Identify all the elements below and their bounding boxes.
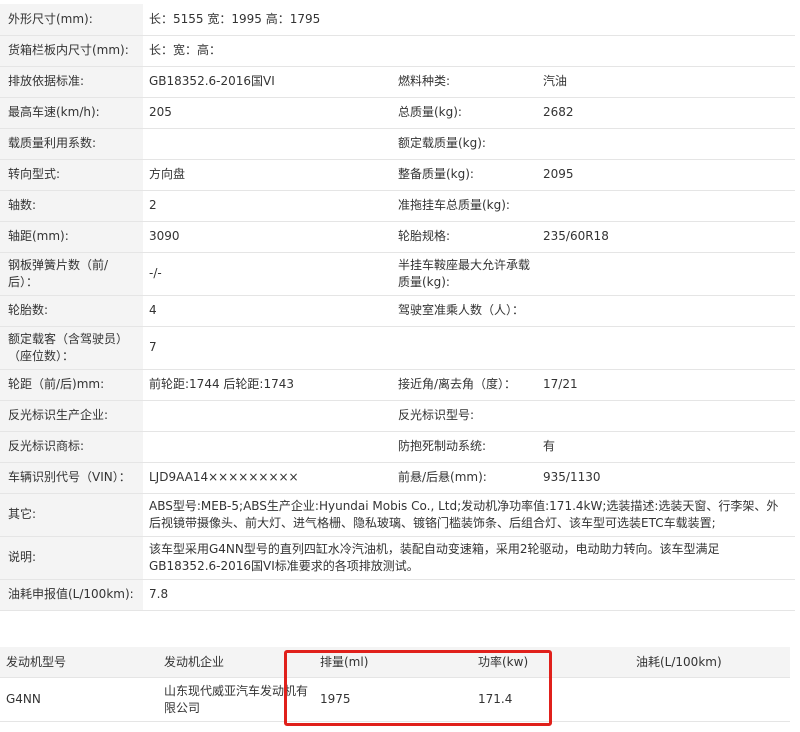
spec-label-secondary: 整备质量(kg): xyxy=(392,159,537,191)
spec-label-secondary: 额定载质量(kg): xyxy=(392,128,537,160)
engine-table-header: 发动机型号 发动机企业 排量(ml) 功率(kw) 油耗(L/100km) xyxy=(0,647,790,678)
engine-maker-header: 发动机企业 xyxy=(158,647,314,678)
engine-model-cell: G4NN xyxy=(0,677,158,722)
power-cell: 171.4 xyxy=(472,677,630,722)
spec-value: 3090 xyxy=(143,221,392,253)
spec-label: 说明: xyxy=(0,536,143,580)
spec-row: 车辆识别代号（VIN）： LJD9AA14××××××××× 前悬/后悬(mm): 9… xyxy=(0,462,796,494)
spec-label: 最高车速(km/h): xyxy=(0,97,143,129)
spec-value-secondary xyxy=(537,128,796,160)
spec-value xyxy=(143,431,392,463)
spec-value: 长：5155 宽：1995 高：1795 xyxy=(143,4,796,36)
spec-row: 载质量利用系数: 额定载质量(kg): xyxy=(0,128,796,160)
spec-row: 轴数: 2 准拖挂车总质量(kg): xyxy=(0,190,796,222)
spec-value: GB18352.6-2016国VI xyxy=(143,66,392,98)
spec-label-secondary: 燃料种类: xyxy=(392,66,537,98)
engine-maker-cell: 山东现代威亚汽车发动机有限公司 xyxy=(158,677,314,722)
spec-row: 反光标识生产企业: 反光标识型号: xyxy=(0,400,796,432)
spec-label: 载质量利用系数: xyxy=(0,128,143,160)
spec-label-secondary: 防抱死制动系统: xyxy=(392,431,537,463)
spec-label-secondary: 轮胎规格: xyxy=(392,221,537,253)
spec-label-secondary: 前悬/后悬(mm): xyxy=(392,462,537,494)
spec-value-secondary xyxy=(537,252,796,296)
spec-value-secondary: 935/1130 xyxy=(537,462,796,494)
spec-value-secondary: 2682 xyxy=(537,97,796,129)
spec-row: 额定载客（含驾驶员）（座位数）： 7 xyxy=(0,326,796,370)
spec-label-secondary: 半挂车鞍座最大允许承载质量(kg): xyxy=(392,252,537,296)
spec-value: 7.8 xyxy=(143,579,796,611)
spec-value: 前轮距:1744 后轮距:1743 xyxy=(143,369,392,401)
spec-value-secondary: 汽油 xyxy=(537,66,796,98)
spec-value-secondary xyxy=(537,295,796,327)
spec-value-secondary: 17/21 xyxy=(537,369,796,401)
spec-label: 钢板弹簧片数（前/后）： xyxy=(0,252,143,296)
vehicle-spec-table: 外形尺寸(mm): 长：5155 宽：1995 高：1795 货箱栏板内尺寸(mm)… xyxy=(0,4,796,611)
displacement-header: 排量(ml) xyxy=(314,647,472,678)
spec-label: 油耗申报值(L/100km): xyxy=(0,579,143,611)
spec-value-secondary: 235/60R18 xyxy=(537,221,796,253)
displacement-cell: 1975 xyxy=(314,677,472,722)
spec-value: 7 xyxy=(143,326,796,370)
spec-label: 车辆识别代号（VIN）： xyxy=(0,462,143,494)
spec-value: LJD9AA14××××××××× xyxy=(143,462,392,494)
engine-table-row: G4NN 山东现代威亚汽车发动机有限公司 1975 171.4 xyxy=(0,677,790,722)
power-header: 功率(kw) xyxy=(472,647,630,678)
spec-label: 排放依据标准: xyxy=(0,66,143,98)
spec-value: ABS型号:MEB-5;ABS生产企业:Hyundai Mobis Co., L… xyxy=(143,493,796,537)
spec-row: 反光标识商标: 防抱死制动系统: 有 xyxy=(0,431,796,463)
spec-value-secondary xyxy=(537,400,796,432)
spec-label: 货箱栏板内尺寸(mm): xyxy=(0,35,143,67)
spec-row: 最高车速(km/h): 205 总质量(kg): 2682 xyxy=(0,97,796,129)
spec-value: 2 xyxy=(143,190,392,222)
spec-label: 轴数: xyxy=(0,190,143,222)
spec-row: 油耗申报值(L/100km): 7.8 xyxy=(0,579,796,611)
spec-value: 该车型采用G4NN型号的直列四缸水冷汽油机，装配自动变速箱，采用2轮驱动，电动助… xyxy=(143,536,796,580)
spec-label: 其它: xyxy=(0,493,143,537)
spec-value-secondary xyxy=(537,190,796,222)
spec-row: 轮距（前/后)mm: 前轮距:1744 后轮距:1743 接近角/离去角（度）： 17… xyxy=(0,369,796,401)
spec-value-secondary: 有 xyxy=(537,431,796,463)
spec-value: -/- xyxy=(143,252,392,296)
spec-value-secondary: 2095 xyxy=(537,159,796,191)
spec-value: 205 xyxy=(143,97,392,129)
spec-row: 外形尺寸(mm): 长：5155 宽：1995 高：1795 xyxy=(0,4,796,36)
spec-value: 方向盘 xyxy=(143,159,392,191)
spec-row: 轴距(mm): 3090 轮胎规格: 235/60R18 xyxy=(0,221,796,253)
spec-value xyxy=(143,400,392,432)
spec-row: 货箱栏板内尺寸(mm): 长：宽：高： xyxy=(0,35,796,67)
spec-row: 说明: 该车型采用G4NN型号的直列四缸水冷汽油机，装配自动变速箱，采用2轮驱动，… xyxy=(0,536,796,580)
spec-label: 轮胎数: xyxy=(0,295,143,327)
spec-row: 钢板弹簧片数（前/后）： -/- 半挂车鞍座最大允许承载质量(kg): xyxy=(0,252,796,296)
spec-row: 排放依据标准: GB18352.6-2016国VI 燃料种类: 汽油 xyxy=(0,66,796,98)
spec-value: 长：宽：高： xyxy=(143,35,796,67)
spec-label: 轴距(mm): xyxy=(0,221,143,253)
spec-label-secondary: 准拖挂车总质量(kg): xyxy=(392,190,537,222)
spec-label: 轮距（前/后)mm: xyxy=(0,369,143,401)
spec-row: 转向型式: 方向盘 整备质量(kg): 2095 xyxy=(0,159,796,191)
spec-label-secondary: 反光标识型号: xyxy=(392,400,537,432)
spec-label: 额定载客（含驾驶员）（座位数）： xyxy=(0,326,143,370)
engine-model-header: 发动机型号 xyxy=(0,647,158,678)
spec-label: 外形尺寸(mm): xyxy=(0,4,143,36)
engine-table: 发动机型号 发动机企业 排量(ml) 功率(kw) 油耗(L/100km) G4… xyxy=(0,647,790,722)
spec-label: 转向型式: xyxy=(0,159,143,191)
spec-value: 4 xyxy=(143,295,392,327)
spec-label: 反光标识生产企业: xyxy=(0,400,143,432)
spec-label-secondary: 总质量(kg): xyxy=(392,97,537,129)
spec-row: 其它: ABS型号:MEB-5;ABS生产企业:Hyundai Mobis Co.… xyxy=(0,493,796,537)
fuel-consumption-header: 油耗(L/100km) xyxy=(630,647,790,678)
spec-row: 轮胎数: 4 驾驶室准乘人数（人）： xyxy=(0,295,796,327)
spec-value xyxy=(143,128,392,160)
spec-label-secondary: 驾驶室准乘人数（人）： xyxy=(392,295,537,327)
spec-label: 反光标识商标: xyxy=(0,431,143,463)
spec-label-secondary: 接近角/离去角（度）： xyxy=(392,369,537,401)
fuel-consumption-cell xyxy=(630,677,790,722)
